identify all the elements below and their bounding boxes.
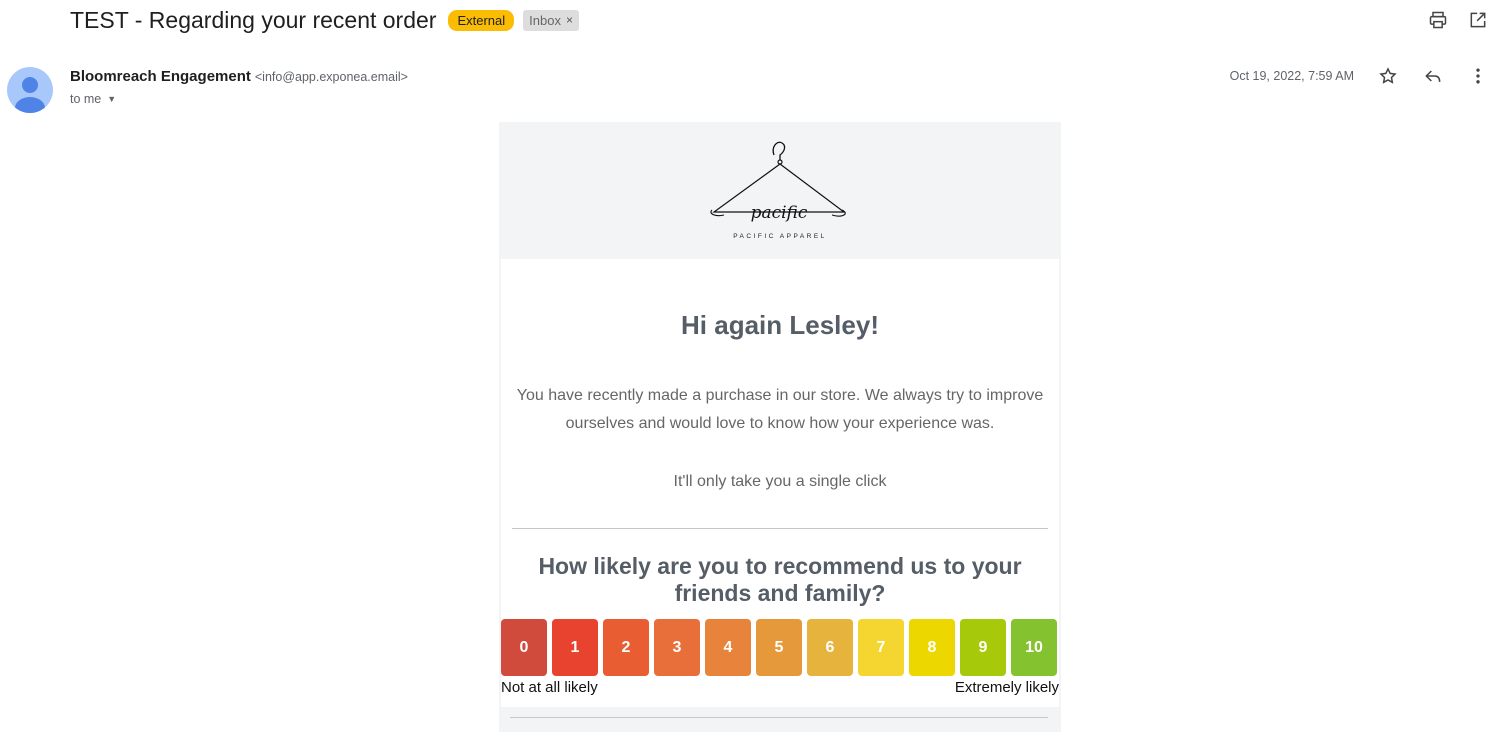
nps-score-6-button[interactable]: 6 (807, 619, 853, 676)
divider (510, 717, 1048, 718)
hanger-logo-icon: pacific (710, 141, 846, 223)
inbox-label-text: Inbox (529, 12, 561, 28)
message-date: Oct 19, 2022, 7:59 AM (1229, 69, 1354, 83)
nps-score-7-button[interactable]: 7 (858, 619, 904, 676)
email-content: Hi again Lesley! You have recently made … (501, 259, 1059, 707)
question-line-1: How likely are you to recommend us to yo… (538, 553, 1022, 579)
sender-name[interactable]: Bloomreach Engagement (70, 68, 251, 85)
intro-line-1: You have recently made a purchase in our… (516, 387, 1044, 404)
greeting-heading: Hi again Lesley! (681, 310, 879, 340)
nps-question: How likely are you to recommend us to yo… (501, 553, 1059, 607)
brand-logo-text: pacific (751, 203, 808, 223)
reply-icon[interactable] (1423, 66, 1443, 86)
scale-labels: Not at all likely Extremely likely (501, 679, 1059, 696)
message-actions: Oct 19, 2022, 7:59 AM (1230, 66, 1488, 86)
recipient-text: to me (70, 92, 102, 106)
email-subject: TEST - Regarding your recent order (70, 6, 437, 33)
remove-label-icon[interactable]: × (566, 12, 573, 29)
scale-high-label: Extremely likely (954, 679, 1059, 696)
nps-score-2-button[interactable]: 2 (603, 619, 649, 676)
nps-score-5-button[interactable]: 5 (756, 619, 802, 676)
brand-caption: PACIFIC APPAREL (733, 233, 827, 240)
nps-score-8-button[interactable]: 8 (909, 619, 955, 676)
chevron-down-icon[interactable]: ▼ (107, 94, 116, 104)
intro-line-2: ourselves and would love to know how you… (565, 415, 995, 432)
scale-low-label: Not at all likely (501, 679, 598, 696)
nps-score-1-button[interactable]: 1 (552, 619, 598, 676)
more-vert-icon[interactable] (1468, 66, 1488, 86)
intro-paragraph: You have recently made a purchase in our… (501, 382, 1059, 438)
nps-score-0-button[interactable]: 0 (501, 619, 547, 676)
recipient-details[interactable]: to me ▼ (70, 92, 116, 106)
nps-score-9-button[interactable]: 9 (960, 619, 1006, 676)
single-click-text: It'll only take you a single click (673, 473, 887, 490)
sender-line: Bloomreach Engagement <info@app.exponea.… (70, 68, 408, 85)
avatar[interactable] (7, 67, 53, 113)
inbox-label[interactable]: Inbox × (523, 9, 579, 31)
footer-strip (499, 707, 1061, 732)
star-icon[interactable] (1378, 66, 1398, 86)
top-actions (1428, 10, 1488, 30)
print-icon[interactable] (1428, 10, 1448, 30)
email-body: pacific PACIFIC APPAREL Hi again Lesley!… (499, 122, 1061, 732)
open-in-new-window-icon[interactable] (1468, 10, 1488, 30)
question-line-2: friends and family? (674, 580, 886, 606)
subject-row: TEST - Regarding your recent order Exter… (70, 4, 579, 36)
nps-score-4-button[interactable]: 4 (705, 619, 751, 676)
external-label: External (448, 9, 515, 31)
nps-score-3-button[interactable]: 3 (654, 619, 700, 676)
brand-header: pacific PACIFIC APPAREL (499, 122, 1061, 259)
email-view: TEST - Regarding your recent order Exter… (0, 0, 1502, 732)
nps-scale: 0 1 2 3 4 5 6 7 8 9 10 (501, 619, 1061, 676)
sender-email: <info@app.exponea.email> (254, 70, 408, 84)
nps-score-10-button[interactable]: 10 (1011, 619, 1057, 676)
divider (512, 528, 1048, 529)
